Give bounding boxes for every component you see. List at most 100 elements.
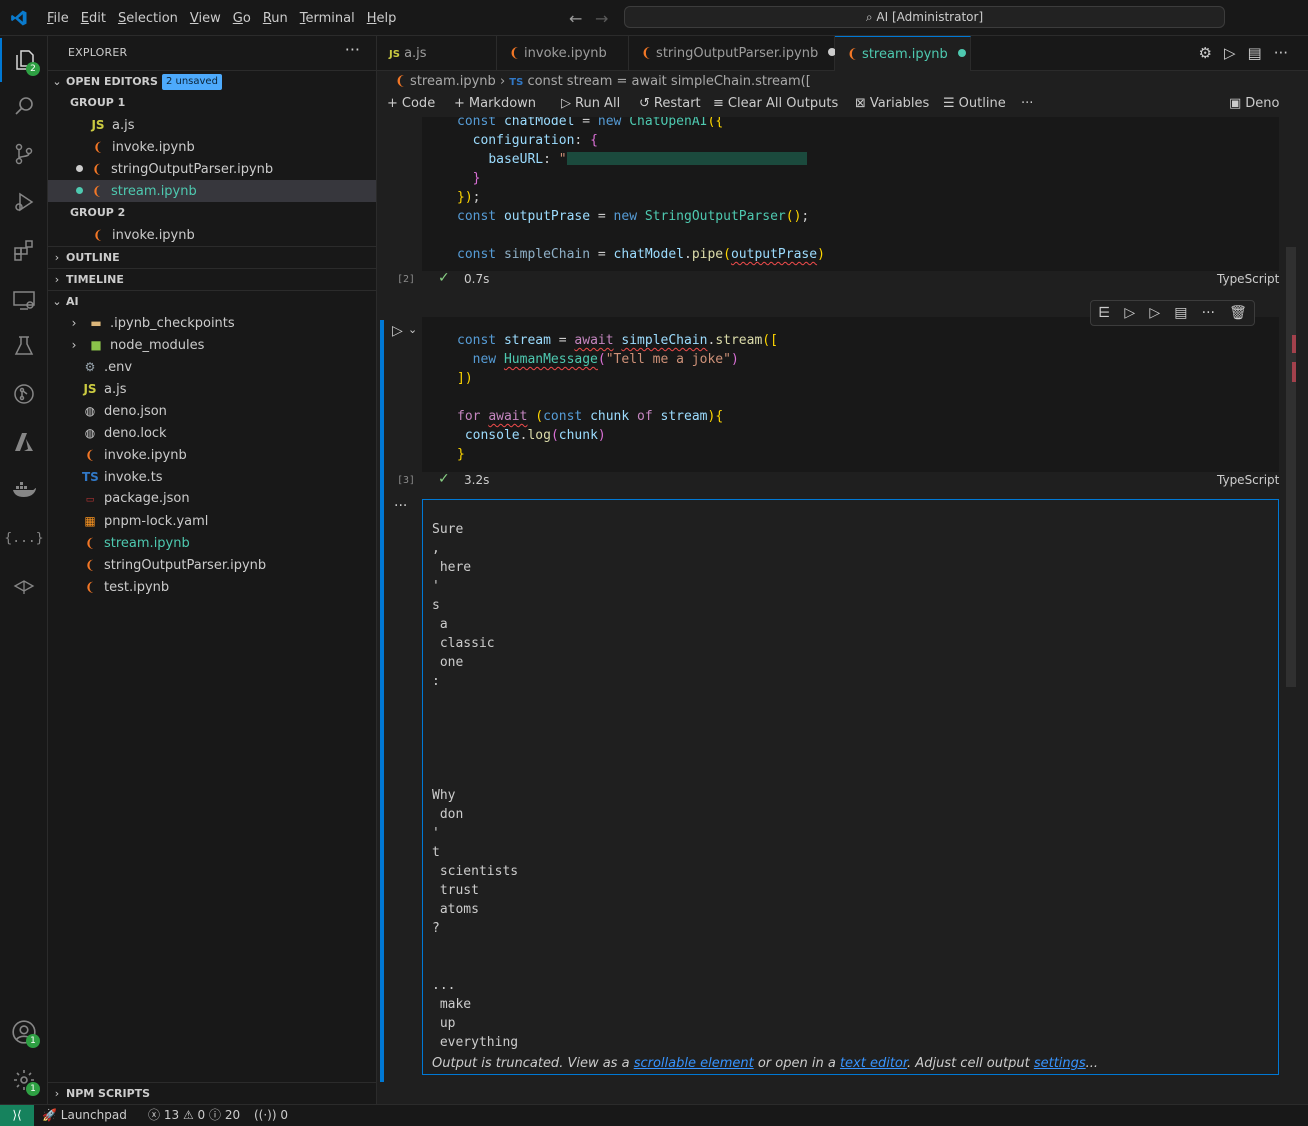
delete-cell-icon[interactable]: 🗑	[1229, 305, 1247, 321]
output-line: don	[432, 807, 464, 822]
gitlens-icon[interactable]	[0, 372, 48, 416]
editor-tabs: JS a.js ❨ invoke.ipynb ❨ stringOutputPar…	[377, 36, 1308, 71]
file-tree-item[interactable]: ❨ test.ipynb	[48, 576, 376, 598]
extensions-icon[interactable]	[0, 228, 48, 272]
back-arrow-icon[interactable]: ←	[569, 9, 582, 28]
group-2-header[interactable]: GROUP 2	[48, 202, 376, 224]
activity-bar: 2 {...} 1 1	[0, 36, 48, 1104]
add-markdown-button[interactable]: + Markdown	[454, 96, 536, 111]
code-cell-3-source[interactable]: const stream = await simpleChain.stream(…	[457, 331, 778, 464]
variables-button[interactable]: ⊠ Variables	[855, 96, 929, 111]
command-center[interactable]: ⌕ AI [Administrator]	[624, 6, 1225, 28]
chevron-down-icon[interactable]: ⌄	[408, 323, 417, 336]
files-icon[interactable]: 2	[0, 38, 48, 82]
timeline-header[interactable]: › TIMELINE	[48, 268, 376, 290]
settings-gear-icon[interactable]: 1	[0, 1058, 48, 1102]
run-icon[interactable]: ▷	[1224, 44, 1236, 62]
tab-stringoutputparser-ipynb[interactable]: ❨ stringOutputParser.ipynb	[629, 36, 837, 71]
open-editor-item[interactable]: JS a.js	[48, 114, 376, 136]
search-icon[interactable]	[0, 84, 48, 128]
execute-above-icon[interactable]: ▷	[1124, 305, 1135, 321]
file-tree-item[interactable]: JS a.js	[48, 378, 376, 400]
ports-button[interactable]: ((·)) 0	[254, 1105, 288, 1126]
folder-header[interactable]: ⌄ AI	[48, 290, 376, 312]
file-tree-item[interactable]: › ▬ .ipynb_checkpoints	[48, 312, 376, 334]
split-editor-icon[interactable]: ▤	[1248, 44, 1262, 62]
node-folder-icon: ■	[90, 338, 102, 352]
file-tree-item[interactable]: ▭ package.json	[48, 488, 376, 510]
file-tree-item[interactable]: ❨ invoke.ipynb	[48, 444, 376, 466]
scrollable-element-link[interactable]: scrollable element	[634, 1056, 754, 1071]
menu-selection[interactable]: Selection	[113, 11, 183, 26]
npm-scripts-header[interactable]: › NPM SCRIPTS	[48, 1082, 376, 1104]
restart-button[interactable]: ↺ Restart	[639, 96, 701, 111]
group-1-header[interactable]: GROUP 1	[48, 92, 376, 114]
more-actions-icon[interactable]: ···	[1274, 44, 1288, 62]
menu-go[interactable]: Go	[228, 11, 256, 26]
open-editors-header[interactable]: ⌄ OPEN EDITORS 2 unsaved	[48, 70, 376, 92]
tab-invoke-ipynb[interactable]: ❨ invoke.ipynb	[497, 36, 629, 71]
remote-indicator[interactable]: ⟩⟨	[0, 1105, 34, 1126]
open-editor-item-active[interactable]: ❨ stream.ipynb	[48, 180, 376, 202]
accounts-icon[interactable]: 1	[0, 1010, 48, 1054]
menu-edit[interactable]: Edit	[76, 11, 111, 26]
menu-view[interactable]: View	[185, 11, 226, 26]
outline-button[interactable]: ☰ Outline	[943, 96, 1006, 111]
launchpad-button[interactable]: 🚀 Launchpad	[42, 1105, 127, 1126]
file-tree-item[interactable]: ⚙ .env	[48, 356, 376, 378]
tab-stream-ipynb[interactable]: ❨ stream.ipynb	[835, 36, 971, 71]
execute-below-icon[interactable]: ▷	[1149, 305, 1160, 321]
file-tree-item[interactable]: › ■ node_modules	[48, 334, 376, 356]
scrollbar[interactable]	[1284, 117, 1298, 1104]
open-editor-item[interactable]: ❨ invoke.ipynb	[48, 224, 376, 246]
file-tree-item[interactable]: TS invoke.ts	[48, 466, 376, 488]
kernel-picker[interactable]: ▣ Deno	[1229, 96, 1280, 111]
testing-icon[interactable]	[0, 324, 48, 368]
vscode-logo-icon	[11, 10, 27, 26]
more-actions-icon[interactable]: ···	[1202, 305, 1215, 321]
json-icon[interactable]: {...}	[0, 516, 48, 560]
gear-icon[interactable]: ⚙	[1199, 44, 1212, 62]
add-code-button[interactable]: + Code	[387, 96, 435, 111]
file-tree-item-active[interactable]: ❨ stream.ipynb	[48, 532, 376, 554]
more-actions-icon[interactable]: ···	[345, 40, 360, 59]
outline-header[interactable]: › OUTLINE	[48, 246, 376, 268]
run-cell-icon[interactable]: ▷	[392, 323, 403, 339]
file-tree-item[interactable]: ▦ pnpm-lock.yaml	[48, 510, 376, 532]
notebook-toolbar: + Code + Markdown ▷ Run All ↺ Restart ≡ Clear…	[377, 93, 1308, 117]
run-by-line-icon[interactable]: ⋿	[1098, 305, 1110, 321]
cell-language[interactable]: TypeScript	[1217, 473, 1279, 487]
forward-arrow-icon[interactable]: →	[595, 9, 608, 28]
file-tree-item[interactable]: ◍ deno.lock	[48, 422, 376, 444]
menu-help[interactable]: Help	[362, 11, 402, 26]
breadcrumb-file[interactable]: stream.ipynb	[410, 74, 496, 89]
chat-icon[interactable]	[0, 564, 48, 608]
cell-language[interactable]: TypeScript	[1217, 272, 1279, 286]
run-debug-icon[interactable]	[0, 180, 48, 224]
code-cell-2-source[interactable]: const chatModel = new ChatOpenAI({ confi…	[457, 117, 825, 264]
remote-explorer-icon[interactable]	[0, 278, 48, 322]
menu-terminal[interactable]: Terminal	[295, 11, 360, 26]
docker-icon[interactable]	[0, 468, 48, 512]
text-editor-link[interactable]: text editor	[840, 1056, 907, 1071]
menu-run[interactable]: Run	[258, 11, 293, 26]
settings-link[interactable]: settings	[1034, 1056, 1086, 1071]
source-control-icon[interactable]	[0, 132, 48, 176]
breadcrumb-symbol[interactable]: const stream = await simpleChain.stream(…	[527, 74, 810, 89]
open-editor-item[interactable]: ❨ invoke.ipynb	[48, 136, 376, 158]
run-all-button[interactable]: ▷ Run All	[561, 96, 620, 111]
output-more-icon[interactable]: ···	[394, 498, 407, 514]
menu-file[interactable]: File	[42, 11, 74, 26]
file-tree-item[interactable]: ❨ stringOutputParser.ipynb	[48, 554, 376, 576]
problems-button[interactable]: ⓧ 13 ⚠ 0 ⓘ 20	[148, 1105, 240, 1126]
output-line: ...	[432, 978, 456, 993]
azure-icon[interactable]	[0, 420, 48, 464]
file-tree-item[interactable]: ◍ deno.json	[48, 400, 376, 422]
open-editor-item[interactable]: ❨ stringOutputParser.ipynb	[48, 158, 376, 180]
split-cell-icon[interactable]: ▤	[1174, 305, 1187, 321]
scrollbar-thumb[interactable]	[1286, 247, 1296, 687]
tab-a-js[interactable]: JS a.js	[377, 36, 497, 71]
more-actions-icon[interactable]: ···	[1021, 96, 1033, 111]
chevron-right-icon: ›	[71, 316, 77, 330]
clear-all-outputs-button[interactable]: ≡ Clear All Outputs	[713, 96, 838, 111]
